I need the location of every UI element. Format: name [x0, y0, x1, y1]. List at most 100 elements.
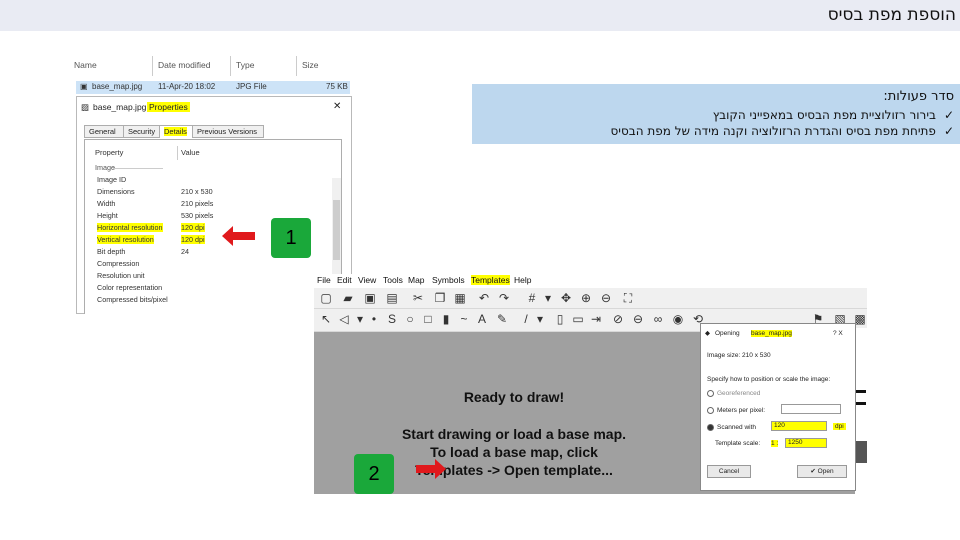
property-row[interactable]: Resolution unit — [85, 271, 335, 282]
dialog-title-file: base_map.jpg — [751, 330, 792, 337]
open-folder-icon[interactable]: ▰ — [340, 290, 356, 306]
canvas-ready-text: Ready to draw! — [463, 389, 565, 405]
rectangle-tool-icon[interactable]: □ — [420, 311, 436, 327]
properties-title-file: base_map.jpg — [93, 102, 147, 112]
fill-tool-icon[interactable]: ▮ — [438, 311, 454, 327]
position-prompt: Specify how to position or scale the ima… — [707, 376, 831, 383]
zoom-in-icon[interactable]: ⊕ — [578, 290, 594, 306]
pan-icon[interactable]: ✥ — [558, 290, 574, 306]
scrollbar-thumb[interactable] — [333, 200, 340, 260]
app-icon: ◆ — [705, 330, 710, 337]
cut-hole-icon[interactable]: ⊘ — [610, 311, 626, 327]
radio-scanned-with[interactable] — [707, 424, 714, 431]
cut-object-icon[interactable]: ⊖ — [630, 311, 646, 327]
menu-map[interactable]: Map — [408, 275, 425, 285]
tab-details-label: Details — [164, 127, 187, 136]
property-row[interactable]: Image ID — [85, 175, 335, 186]
properties-title-bar: ▨ base_map.jpg Properties ✕ — [77, 97, 351, 119]
tab-general[interactable]: General — [84, 125, 124, 138]
grid-icon[interactable]: # — [524, 290, 540, 306]
print-icon[interactable]: ▤ — [384, 290, 400, 306]
paint-tool-icon[interactable]: ✎ — [494, 311, 510, 327]
edit-tool-icon[interactable]: ↖ — [318, 311, 334, 327]
help-close-icons[interactable]: ? X — [833, 330, 843, 337]
close-icon[interactable]: ✕ — [333, 101, 341, 112]
new-file-icon[interactable]: ▢ — [318, 290, 334, 306]
step-item: ✓ פתיחת מפת בסיס והגדרת הרזולוציה וקנה מי… — [611, 124, 955, 138]
menu-bar: File Edit View Tools Map Symbols Templat… — [314, 274, 867, 288]
scan-dpi-unit: dpi — [833, 423, 846, 430]
fullscreen-icon[interactable]: ⛶ — [620, 290, 636, 306]
radio-georeferenced-label: Georeferenced — [717, 390, 761, 397]
file-name: base_map.jpg — [92, 82, 143, 91]
duplicate-icon[interactable]: ▭ — [570, 311, 586, 327]
menu-help[interactable]: Help — [514, 275, 531, 285]
radio-georeferenced[interactable] — [707, 390, 714, 397]
property-row[interactable]: Dimensions 210 x 530 — [85, 187, 335, 198]
open-button[interactable]: ✔ Open — [797, 465, 847, 478]
radio-meters-per-pixel[interactable] — [707, 407, 714, 414]
redo-icon[interactable]: ↷ — [496, 290, 512, 306]
property-row[interactable]: Color representation — [85, 283, 335, 294]
circle-tool-icon[interactable]: ○ — [402, 311, 418, 327]
dropdown-arrow-icon[interactable]: ▾ — [540, 290, 556, 306]
col-value-header[interactable]: Value — [181, 148, 200, 157]
steps-box: סדר פעולות: ✓ בירור רזולוציית מפת הבסיס ב… — [472, 84, 960, 144]
path-tool-icon[interactable]: S — [384, 311, 400, 327]
file-row[interactable]: ▣ base_map.jpg 11-Apr-20 18:02 JPG File … — [76, 81, 350, 94]
copy-icon[interactable]: ❐ — [432, 290, 448, 306]
file-type: JPG File — [236, 82, 267, 91]
step-text: פתיחת מפת בסיס והגדרת הרזולוציה וקנה מיד… — [610, 124, 936, 138]
cancel-button[interactable]: Cancel — [707, 465, 751, 478]
column-header-date[interactable]: Date modified — [158, 60, 210, 70]
file-size: 75 KB — [326, 82, 348, 91]
menu-symbols[interactable]: Symbols — [432, 275, 465, 285]
switch-symbol-icon[interactable]: ⇥ — [588, 311, 604, 327]
delete-icon[interactable]: ▯ — [552, 311, 568, 327]
text-tool-icon[interactable]: A — [474, 311, 490, 327]
step-text: בירור רזולוציית מפת הבסיס במאפייני הקובץ — [712, 108, 936, 122]
column-header-type[interactable]: Type — [236, 60, 254, 70]
paste-icon[interactable]: ▦ — [452, 290, 468, 306]
open-button-label: Open — [817, 468, 834, 475]
open-button-icon: ✔ — [810, 468, 818, 475]
col-property-header[interactable]: Property — [95, 148, 123, 157]
dropdown-arrow-icon[interactable]: ▾ — [532, 311, 548, 327]
arrow-right-icon — [416, 459, 446, 479]
freehand-tool-icon[interactable]: ~ — [456, 311, 472, 327]
menu-edit[interactable]: Edit — [337, 275, 352, 285]
tab-security[interactable]: Security — [123, 125, 160, 138]
column-header-size[interactable]: Size — [302, 60, 319, 70]
dialog-title-prefix: Opening — [715, 330, 740, 337]
column-header-name[interactable]: Name — [74, 60, 97, 70]
check-icon: ✓ — [943, 124, 954, 138]
file-icon: ▣ — [80, 82, 88, 91]
main-toolbar: ▢ ▰ ▣ ▤ ✂ ❐ ▦ ↶ ↷ # ▾ ✥ ⊕ ⊖ ⛶ — [314, 288, 867, 309]
tab-details[interactable]: Details — [159, 125, 193, 138]
property-row[interactable]: Compression — [85, 259, 335, 270]
measure-icon[interactable]: ∞ — [650, 311, 666, 327]
meters-per-pixel-input[interactable] — [781, 404, 841, 414]
image-size-text: Image size: 210 x 530 — [707, 352, 771, 359]
menu-templates[interactable]: Templates — [471, 275, 510, 285]
tab-previous-versions[interactable]: Previous Versions — [192, 125, 264, 138]
property-row[interactable]: Width 210 pixels — [85, 199, 335, 210]
menu-view[interactable]: View — [358, 275, 376, 285]
area-fill-icon[interactable]: ◉ — [670, 311, 686, 327]
properties-title-word: Properties — [147, 102, 190, 112]
zoom-out-icon[interactable]: ⊖ — [598, 290, 614, 306]
cut-icon[interactable]: ✂ — [410, 290, 426, 306]
scan-dpi-input[interactable]: 120 — [771, 421, 827, 431]
opening-template-dialog: ◆ Opening base_map.jpg ? X Image size: 2… — [700, 323, 856, 491]
step-badge-1: 1 — [271, 218, 311, 258]
menu-file[interactable]: File — [317, 275, 331, 285]
save-icon[interactable]: ▣ — [362, 290, 378, 306]
point-tool-icon[interactable]: • — [366, 311, 382, 327]
edit-line-tool-icon[interactable]: ◁ — [336, 311, 352, 327]
side-panel-strip — [855, 328, 867, 494]
property-row[interactable]: Compressed bits/pixel — [85, 295, 335, 306]
slide-title-bar: הוספת מפת בסיס — [0, 0, 960, 31]
menu-tools[interactable]: Tools — [383, 275, 403, 285]
undo-icon[interactable]: ↶ — [476, 290, 492, 306]
template-scale-input[interactable]: 1250 — [785, 438, 827, 448]
